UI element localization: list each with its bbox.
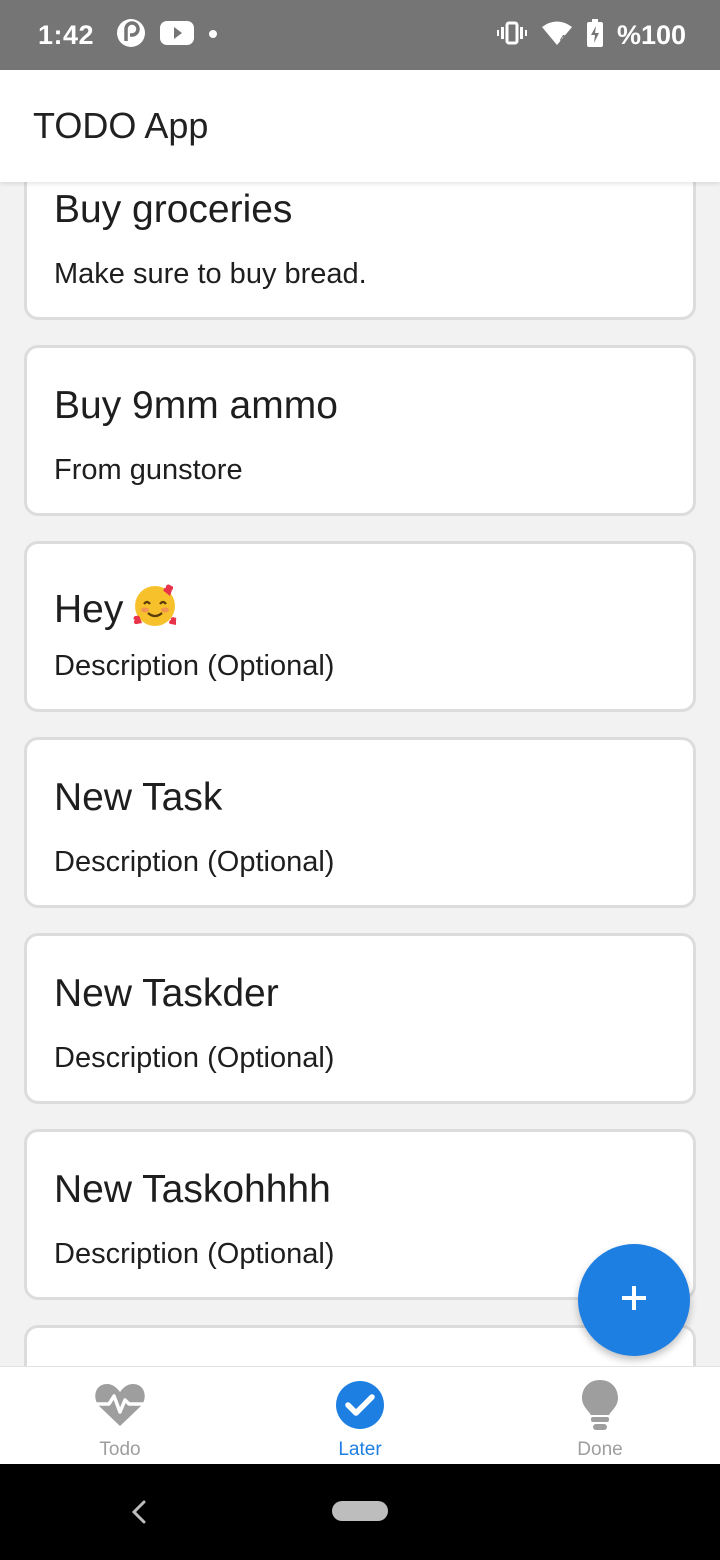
- bottom-navigation: Todo Later Done: [0, 1366, 720, 1464]
- plus-icon: [620, 1284, 648, 1317]
- smiling-face-with-hearts-emoji: [131, 580, 181, 640]
- dot-icon: [208, 26, 218, 44]
- lightbulb-icon: [572, 1377, 628, 1433]
- heartbeat-icon: [92, 1377, 148, 1433]
- pocket-casts-icon: [116, 18, 146, 53]
- home-button[interactable]: [332, 1501, 388, 1521]
- tab-done[interactable]: Done: [480, 1367, 720, 1464]
- screen: 1:42 4 %100 TODO App Buy groceries Make …: [0, 0, 720, 1560]
- add-task-button[interactable]: [578, 1244, 690, 1356]
- task-title: New Taskder: [54, 972, 279, 1015]
- task-title: New Task: [54, 776, 223, 819]
- task-card[interactable]: New Taskder Description (Optional): [24, 933, 696, 1104]
- task-title: Buy 9mm ammo: [54, 384, 338, 427]
- task-description: Make sure to buy bread.: [54, 258, 367, 290]
- status-bar: 1:42 4 %100: [0, 0, 720, 70]
- task-card[interactable]: Buy groceries Make sure to buy bread.: [24, 182, 696, 320]
- status-time: 1:42: [38, 19, 95, 50]
- tab-later-label: Later: [338, 1439, 382, 1460]
- task-list[interactable]: Buy groceries Make sure to buy bread. Bu…: [0, 182, 720, 1366]
- app-bar: TODO App: [0, 70, 720, 182]
- task-description: Description (Optional): [54, 1042, 335, 1074]
- tab-todo[interactable]: Todo: [0, 1367, 240, 1464]
- task-card[interactable]: Hey Description (Optional): [24, 541, 696, 712]
- vibrate-icon: [496, 20, 527, 51]
- task-card[interactable]: New Task Description (Optional): [24, 737, 696, 908]
- tab-todo-label: Todo: [99, 1439, 141, 1460]
- task-description: Description (Optional): [54, 1238, 335, 1270]
- page-title: TODO App: [33, 105, 209, 146]
- system-navigation-bar: [0, 1464, 720, 1560]
- task-description: From gunstore: [54, 454, 243, 486]
- task-description: Description (Optional): [54, 846, 335, 878]
- task-title: Buy groceries: [54, 188, 293, 231]
- wifi-icon: 4: [541, 20, 573, 51]
- back-icon[interactable]: [126, 1494, 152, 1530]
- battery-percentage: %100: [616, 19, 686, 50]
- status-notification-icons: [116, 18, 218, 53]
- task-description: Description (Optional): [54, 650, 335, 682]
- tab-done-label: Done: [577, 1439, 623, 1460]
- status-system-icons: 4 %100: [496, 18, 686, 52]
- tab-later[interactable]: Later: [240, 1367, 480, 1464]
- youtube-icon: [160, 20, 195, 51]
- task-title: New Taskohhhh: [54, 1168, 331, 1211]
- task-title: Hey: [54, 580, 181, 640]
- check-circle-icon: [332, 1377, 388, 1433]
- battery-charging-icon: [586, 18, 603, 52]
- svg-text:4: 4: [560, 34, 566, 45]
- task-card[interactable]: Buy 9mm ammo From gunstore: [24, 345, 696, 516]
